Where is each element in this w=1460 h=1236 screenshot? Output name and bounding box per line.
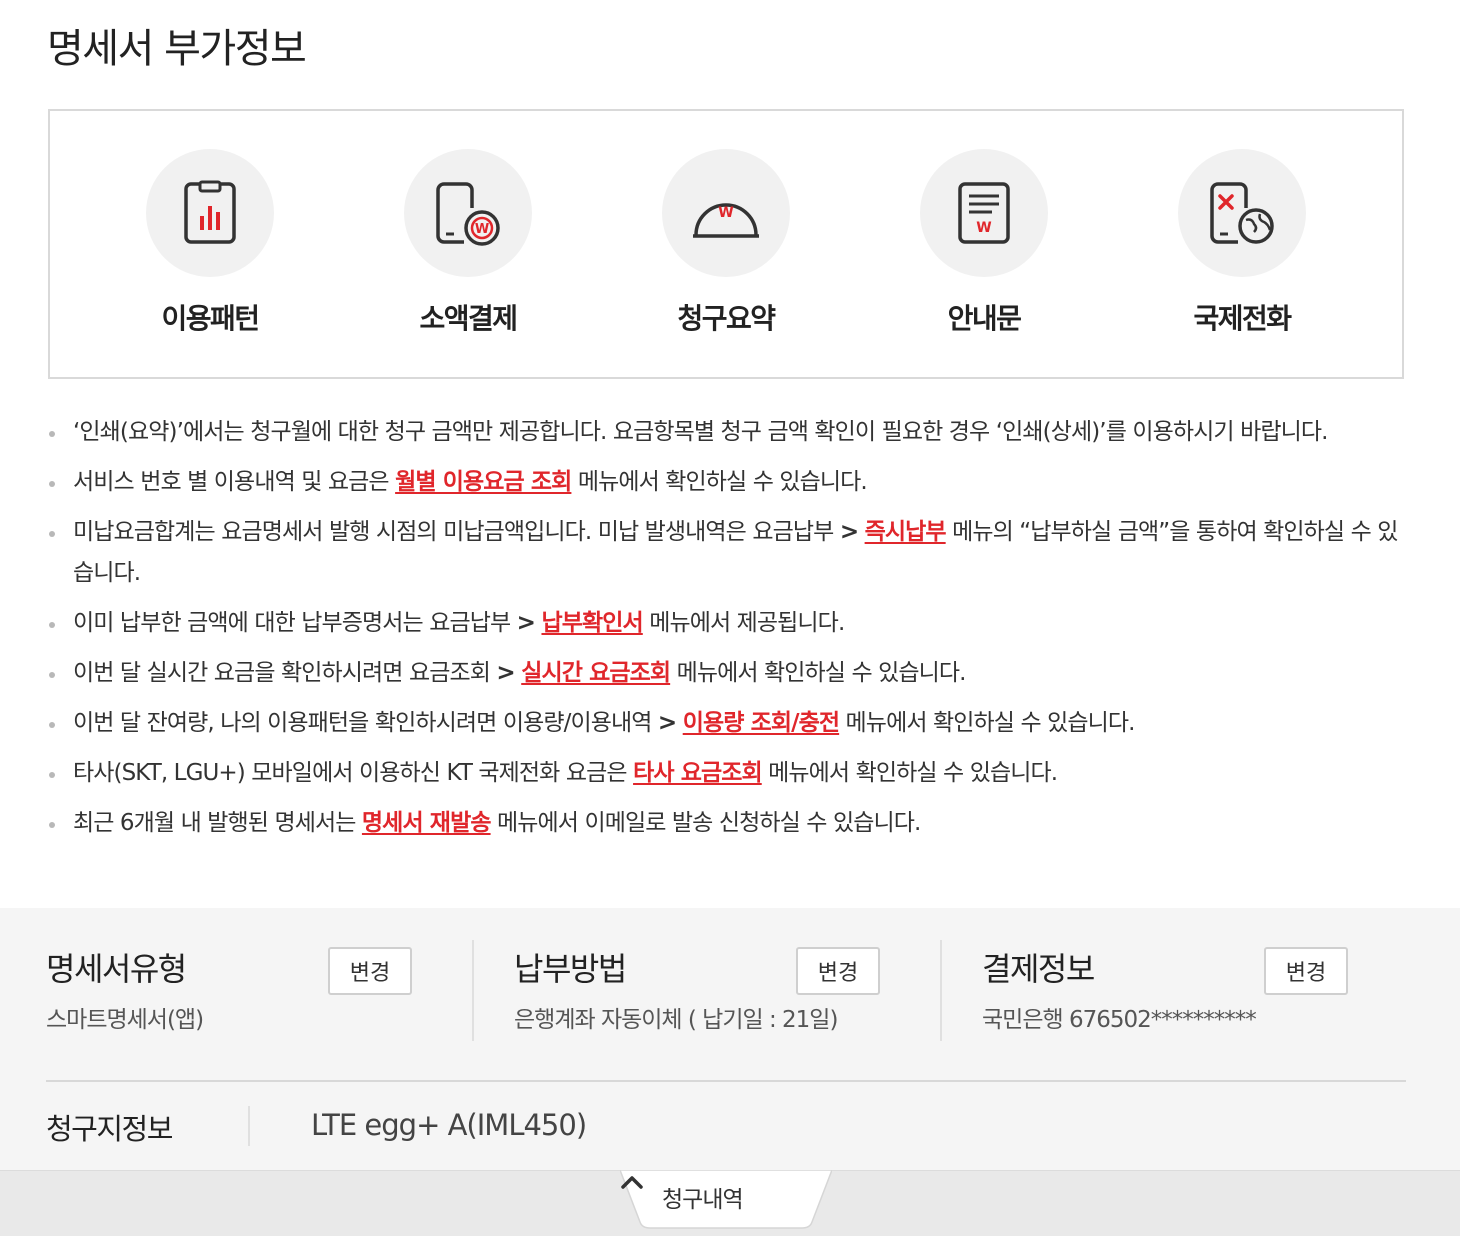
list-item: 서비스 번호 별 이용내역 및 요금은 월별 이용요금 조회 메뉴에서 확인하실… — [46, 462, 1406, 503]
breadcrumb-separator: > — [496, 660, 515, 686]
statement-type-value: 스마트명세서(앱) — [46, 1007, 204, 1033]
notice-text: 메뉴에서 확인하실 수 있습니다. — [839, 710, 1136, 736]
billing-plan-value: LTE egg+ A(IML450) — [311, 1108, 587, 1142]
divider — [472, 940, 474, 1041]
svg-text:W: W — [718, 205, 733, 221]
menu-label: 청구요약 — [677, 302, 776, 335]
payment-confirmation-link[interactable]: 납부확인서 — [541, 610, 643, 636]
svg-text:W: W — [475, 222, 489, 237]
divider — [46, 1080, 1406, 1082]
monthly-usage-link[interactable]: 월별 이용요금 조회 — [395, 469, 572, 495]
notice-text: 메뉴에서 확인하실 수 있습니다. — [670, 660, 967, 686]
notice-text: 메뉴에서 확인하실 수 있습니다. — [571, 469, 868, 495]
notice-text: 서비스 번호 별 이용내역 및 요금은 — [73, 469, 396, 495]
list-item: 타사(SKT, LGU+) 모바일에서 이용하신 KT 국제전화 요금은 타사 … — [46, 753, 1406, 794]
micropayment-icon: W — [436, 182, 500, 246]
menu-usage-pattern[interactable]: 이용패턴 — [110, 149, 310, 337]
notice-text: ‘인쇄(요약)’에서는 청구월에 대한 청구 금액만 제공합니다. 요금항목별 … — [73, 419, 1328, 445]
divider — [940, 940, 942, 1041]
quick-menu: 이용패턴 W 소액결제 W 청구요약 W 안내문 국제전화 — [48, 109, 1404, 379]
notice-icon: W — [958, 182, 1010, 244]
billing-summary-icon: W — [693, 203, 759, 238]
notice-text: 최근 6개월 내 발행된 명세서는 — [73, 810, 362, 836]
payment-info-section: 결제정보 국민은행 676502********** 변경 — [982, 908, 1348, 1048]
notice-text: 이번 달 실시간 요금을 확인하시려면 요금조회 — [73, 660, 497, 686]
payment-method-value: 은행계좌 자동이체 ( 납기일 : 21일) — [514, 1007, 838, 1033]
notice-text: 메뉴에서 확인하실 수 있습니다. — [761, 760, 1058, 786]
menu-label: 소액결제 — [419, 302, 518, 335]
list-item: ‘인쇄(요약)’에서는 청구월에 대한 청구 금액만 제공합니다. 요금항목별 … — [46, 412, 1406, 453]
breadcrumb-separator: > — [657, 710, 677, 736]
menu-notice[interactable]: W 안내문 — [884, 149, 1084, 337]
list-item: 최근 6개월 내 발행된 명세서는 명세서 재발송 메뉴에서 이메일로 발송 신… — [46, 803, 1406, 844]
chevron-up-icon — [621, 1176, 643, 1189]
statement-type-section: 명세서유형 스마트명세서(앱) 변경 — [46, 908, 412, 1048]
statement-type-title: 명세서유형 — [46, 950, 187, 988]
change-statement-type-button[interactable]: 변경 — [328, 947, 412, 995]
breadcrumb-separator: > — [839, 519, 859, 545]
page-title: 명세서 부가정보 — [47, 26, 307, 72]
menu-international-call[interactable]: 국제전화 — [1142, 149, 1342, 337]
list-item: 이번 달 잔여량, 나의 이용패턴을 확인하시려면 이용량/이용내역 > 이용량… — [46, 703, 1406, 744]
payment-method-section: 납부방법 은행계좌 자동이체 ( 납기일 : 21일) 변경 — [514, 908, 880, 1048]
notice-text: 미납요금합계는 요금명세서 발행 시점의 미납금액입니다. 미납 발생내역은 요… — [73, 519, 840, 545]
menu-label: 국제전화 — [1193, 302, 1292, 335]
notice-text: 메뉴에서 이메일로 발송 신청하실 수 있습니다. — [490, 810, 921, 836]
usage-recharge-link[interactable]: 이용량 조회/충전 — [683, 710, 840, 736]
realtime-fee-link[interactable]: 실시간 요금조회 — [521, 660, 671, 686]
billing-address-title: 청구지정보 — [46, 1112, 173, 1146]
breadcrumb-separator: > — [516, 610, 536, 636]
payment-info-value: 국민은행 676502********** — [982, 1007, 1257, 1033]
usage-pattern-icon — [184, 180, 236, 244]
menu-billing-summary[interactable]: W 청구요약 — [626, 149, 826, 337]
divider — [248, 1106, 250, 1146]
statement-resend-link[interactable]: 명세서 재발송 — [362, 810, 492, 836]
change-payment-method-button[interactable]: 변경 — [796, 947, 880, 995]
billing-info-panel: 명세서유형 스마트명세서(앱) 변경 납부방법 은행계좌 자동이체 ( 납기일 … — [0, 908, 1460, 1170]
notice-list: ‘인쇄(요약)’에서는 청구월에 대한 청구 금액만 제공합니다. 요금항목별 … — [46, 412, 1406, 853]
billing-history-label: 청구내역 — [662, 1187, 744, 1213]
notice-text: 타사(SKT, LGU+) 모바일에서 이용하신 KT 국제전화 요금은 — [73, 760, 634, 786]
menu-label: 이용패턴 — [161, 302, 260, 335]
billing-history-tab[interactable]: 청구내역 — [620, 1170, 832, 1229]
international-call-icon — [1210, 182, 1274, 244]
svg-text:W: W — [976, 220, 991, 236]
menu-micropayment[interactable]: W 소액결제 — [368, 149, 568, 337]
payment-info-title: 결제정보 — [982, 950, 1095, 988]
change-payment-info-button[interactable]: 변경 — [1264, 947, 1348, 995]
list-item: 미납요금합계는 요금명세서 발행 시점의 미납금액입니다. 미납 발생내역은 요… — [46, 512, 1406, 594]
notice-text: 이미 납부한 금액에 대한 납부증명서는 요금납부 — [73, 610, 517, 636]
instant-payment-link[interactable]: 즉시납부 — [865, 519, 947, 545]
notice-text: 메뉴에서 제공됩니다. — [642, 610, 845, 636]
list-item: 이미 납부한 금액에 대한 납부증명서는 요금납부 > 납부확인서 메뉴에서 제… — [46, 603, 1406, 644]
notice-text: 이번 달 잔여량, 나의 이용패턴을 확인하시려면 이용량/이용내역 — [73, 710, 658, 736]
list-item: 이번 달 실시간 요금을 확인하시려면 요금조회 > 실시간 요금조회 메뉴에서… — [46, 653, 1406, 694]
payment-method-title: 납부방법 — [514, 950, 627, 988]
other-carrier-fee-link[interactable]: 타사 요금조회 — [633, 760, 763, 786]
menu-label: 안내문 — [947, 302, 1022, 335]
